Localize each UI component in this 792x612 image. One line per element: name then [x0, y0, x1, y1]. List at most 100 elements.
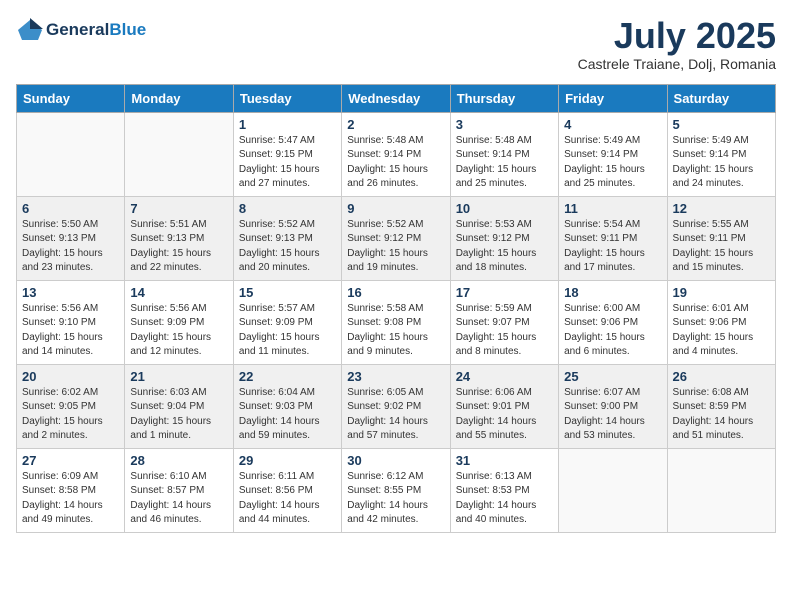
calendar-day-cell: 23Sunrise: 6:05 AMSunset: 9:02 PMDayligh… — [342, 364, 450, 448]
day-number: 15 — [239, 285, 336, 300]
calendar-day-cell: 26 Sunrise: 6:08 AMSunset: 8:59 PMDayligh… — [667, 364, 775, 448]
day-number: 3 — [456, 117, 553, 132]
calendar-day-cell: 27Sunrise: 6:09 AMSunset: 8:58 PMDayligh… — [17, 448, 125, 532]
day-number: 17 — [456, 285, 553, 300]
calendar-day-cell: 4Sunrise: 5:49 AMSunset: 9:14 PMDaylight… — [559, 112, 667, 196]
weekday-header-wednesday: Wednesday — [342, 84, 450, 112]
calendar-week-row: 1 Sunrise: 5:47 AMSunset: 9:15 PMDaylight… — [17, 112, 776, 196]
day-info: Sunrise: 6:00 AMSunset: 9:06 PMDaylight:… — [564, 302, 661, 360]
day-number: 25 — [564, 369, 661, 384]
logo-blue: Blue — [109, 20, 146, 39]
day-info: Sunrise: 6:12 AMSunset: 8:55 PMDaylight:… — [347, 470, 444, 528]
day-info: Sunrise: 6:10 AMSunset: 8:57 PMDaylight:… — [130, 470, 227, 528]
day-info: Sunrise: 5:53 AMSunset: 9:12 PMDaylight:… — [456, 218, 553, 276]
day-number: 4 — [564, 117, 661, 132]
day-info: Sunrise: 6:02 AMSunset: 9:05 PMDaylight:… — [22, 386, 119, 444]
weekday-header-saturday: Saturday — [667, 84, 775, 112]
day-number: 5 — [673, 117, 770, 132]
weekday-header-tuesday: Tuesday — [233, 84, 341, 112]
calendar-day-cell: 31 Sunrise: 6:13 AMSunset: 8:53 PMDayligh… — [450, 448, 558, 532]
calendar-day-cell: 8 Sunrise: 5:52 AMSunset: 9:13 PMDaylight… — [233, 196, 341, 280]
calendar-day-cell — [17, 112, 125, 196]
day-number: 31 — [456, 453, 553, 468]
calendar-day-cell: 2 Sunrise: 5:48 AMSunset: 9:14 PMDaylight… — [342, 112, 450, 196]
day-info: Sunrise: 5:48 AMSunset: 9:14 PMDaylight:… — [456, 134, 553, 192]
day-number: 9 — [347, 201, 444, 216]
day-info: Sunrise: 5:57 AMSunset: 9:09 PMDaylight:… — [239, 302, 336, 360]
day-number: 20 — [22, 369, 119, 384]
weekday-header-monday: Monday — [125, 84, 233, 112]
calendar-day-cell: 25 Sunrise: 6:07 AMSunset: 9:00 PMDayligh… — [559, 364, 667, 448]
day-number: 19 — [673, 285, 770, 300]
day-info: Sunrise: 6:08 AMSunset: 8:59 PMDaylight:… — [673, 386, 770, 444]
day-info: Sunrise: 5:59 AMSunset: 9:07 PMDaylight:… — [456, 302, 553, 360]
calendar-day-cell: 16Sunrise: 5:58 AMSunset: 9:08 PMDayligh… — [342, 280, 450, 364]
calendar-week-row: 27Sunrise: 6:09 AMSunset: 8:58 PMDayligh… — [17, 448, 776, 532]
calendar-day-cell: 30 Sunrise: 6:12 AMSunset: 8:55 PMDayligh… — [342, 448, 450, 532]
day-info: Sunrise: 5:52 AMSunset: 9:13 PMDaylight:… — [239, 218, 336, 276]
calendar-week-row: 20 Sunrise: 6:02 AMSunset: 9:05 PMDayligh… — [17, 364, 776, 448]
weekday-header-sunday: Sunday — [17, 84, 125, 112]
day-info: Sunrise: 6:04 AMSunset: 9:03 PMDaylight:… — [239, 386, 336, 444]
calendar-day-cell: 29 Sunrise: 6:11 AMSunset: 8:56 PMDayligh… — [233, 448, 341, 532]
day-info: Sunrise: 6:13 AMSunset: 8:53 PMDaylight:… — [456, 470, 553, 528]
page-header: GeneralBlue July 2025 Castrele Traiane, … — [16, 16, 776, 72]
day-info: Sunrise: 5:50 AMSunset: 9:13 PMDaylight:… — [22, 218, 119, 276]
day-number: 1 — [239, 117, 336, 132]
calendar-day-cell: 3 Sunrise: 5:48 AMSunset: 9:14 PMDaylight… — [450, 112, 558, 196]
weekday-header-row: SundayMondayTuesdayWednesdayThursdayFrid… — [17, 84, 776, 112]
day-number: 2 — [347, 117, 444, 132]
calendar-day-cell: 28 Sunrise: 6:10 AMSunset: 8:57 PMDayligh… — [125, 448, 233, 532]
day-number: 27 — [22, 453, 119, 468]
day-number: 23 — [347, 369, 444, 384]
calendar-day-cell: 22 Sunrise: 6:04 AMSunset: 9:03 PMDayligh… — [233, 364, 341, 448]
calendar-day-cell: 6 Sunrise: 5:50 AMSunset: 9:13 PMDaylight… — [17, 196, 125, 280]
day-info: Sunrise: 5:52 AMSunset: 9:12 PMDaylight:… — [347, 218, 444, 276]
calendar-day-cell: 12 Sunrise: 5:55 AMSunset: 9:11 PMDayligh… — [667, 196, 775, 280]
day-info: Sunrise: 6:07 AMSunset: 9:00 PMDaylight:… — [564, 386, 661, 444]
calendar-day-cell — [125, 112, 233, 196]
calendar-day-cell: 5Sunrise: 5:49 AMSunset: 9:14 PMDaylight… — [667, 112, 775, 196]
calendar-day-cell: 13Sunrise: 5:56 AMSunset: 9:10 PMDayligh… — [17, 280, 125, 364]
day-info: Sunrise: 5:48 AMSunset: 9:14 PMDaylight:… — [347, 134, 444, 192]
day-info: Sunrise: 5:54 AMSunset: 9:11 PMDaylight:… — [564, 218, 661, 276]
calendar-week-row: 13Sunrise: 5:56 AMSunset: 9:10 PMDayligh… — [17, 280, 776, 364]
day-info: Sunrise: 5:58 AMSunset: 9:08 PMDaylight:… — [347, 302, 444, 360]
day-number: 21 — [130, 369, 227, 384]
day-info: Sunrise: 6:11 AMSunset: 8:56 PMDaylight:… — [239, 470, 336, 528]
day-info: Sunrise: 6:06 AMSunset: 9:01 PMDaylight:… — [456, 386, 553, 444]
calendar-day-cell: 17 Sunrise: 5:59 AMSunset: 9:07 PMDayligh… — [450, 280, 558, 364]
day-number: 24 — [456, 369, 553, 384]
day-number: 7 — [130, 201, 227, 216]
calendar-day-cell: 19 Sunrise: 6:01 AMSunset: 9:06 PMDayligh… — [667, 280, 775, 364]
day-number: 14 — [130, 285, 227, 300]
calendar-day-cell: 18 Sunrise: 6:00 AMSunset: 9:06 PMDayligh… — [559, 280, 667, 364]
day-number: 12 — [673, 201, 770, 216]
location: Castrele Traiane, Dolj, Romania — [578, 56, 776, 72]
day-number: 29 — [239, 453, 336, 468]
day-info: Sunrise: 5:47 AMSunset: 9:15 PMDaylight:… — [239, 134, 336, 192]
day-number: 22 — [239, 369, 336, 384]
day-number: 8 — [239, 201, 336, 216]
title-block: July 2025 Castrele Traiane, Dolj, Romani… — [578, 16, 776, 72]
calendar-day-cell: 24 Sunrise: 6:06 AMSunset: 9:01 PMDayligh… — [450, 364, 558, 448]
logo: GeneralBlue — [16, 16, 146, 44]
day-number: 10 — [456, 201, 553, 216]
calendar-day-cell: 15 Sunrise: 5:57 AMSunset: 9:09 PMDayligh… — [233, 280, 341, 364]
calendar-day-cell: 20 Sunrise: 6:02 AMSunset: 9:05 PMDayligh… — [17, 364, 125, 448]
day-info: Sunrise: 5:55 AMSunset: 9:11 PMDaylight:… — [673, 218, 770, 276]
calendar-day-cell: 11Sunrise: 5:54 AMSunset: 9:11 PMDayligh… — [559, 196, 667, 280]
day-number: 6 — [22, 201, 119, 216]
day-info: Sunrise: 6:03 AMSunset: 9:04 PMDaylight:… — [130, 386, 227, 444]
weekday-header-friday: Friday — [559, 84, 667, 112]
calendar-day-cell — [667, 448, 775, 532]
calendar-week-row: 6 Sunrise: 5:50 AMSunset: 9:13 PMDaylight… — [17, 196, 776, 280]
day-number: 28 — [130, 453, 227, 468]
day-info: Sunrise: 6:01 AMSunset: 9:06 PMDaylight:… — [673, 302, 770, 360]
day-number: 18 — [564, 285, 661, 300]
logo-general: General — [46, 20, 109, 39]
day-number: 26 — [673, 369, 770, 384]
calendar-day-cell: 10 Sunrise: 5:53 AMSunset: 9:12 PMDayligh… — [450, 196, 558, 280]
calendar-day-cell — [559, 448, 667, 532]
day-number: 30 — [347, 453, 444, 468]
